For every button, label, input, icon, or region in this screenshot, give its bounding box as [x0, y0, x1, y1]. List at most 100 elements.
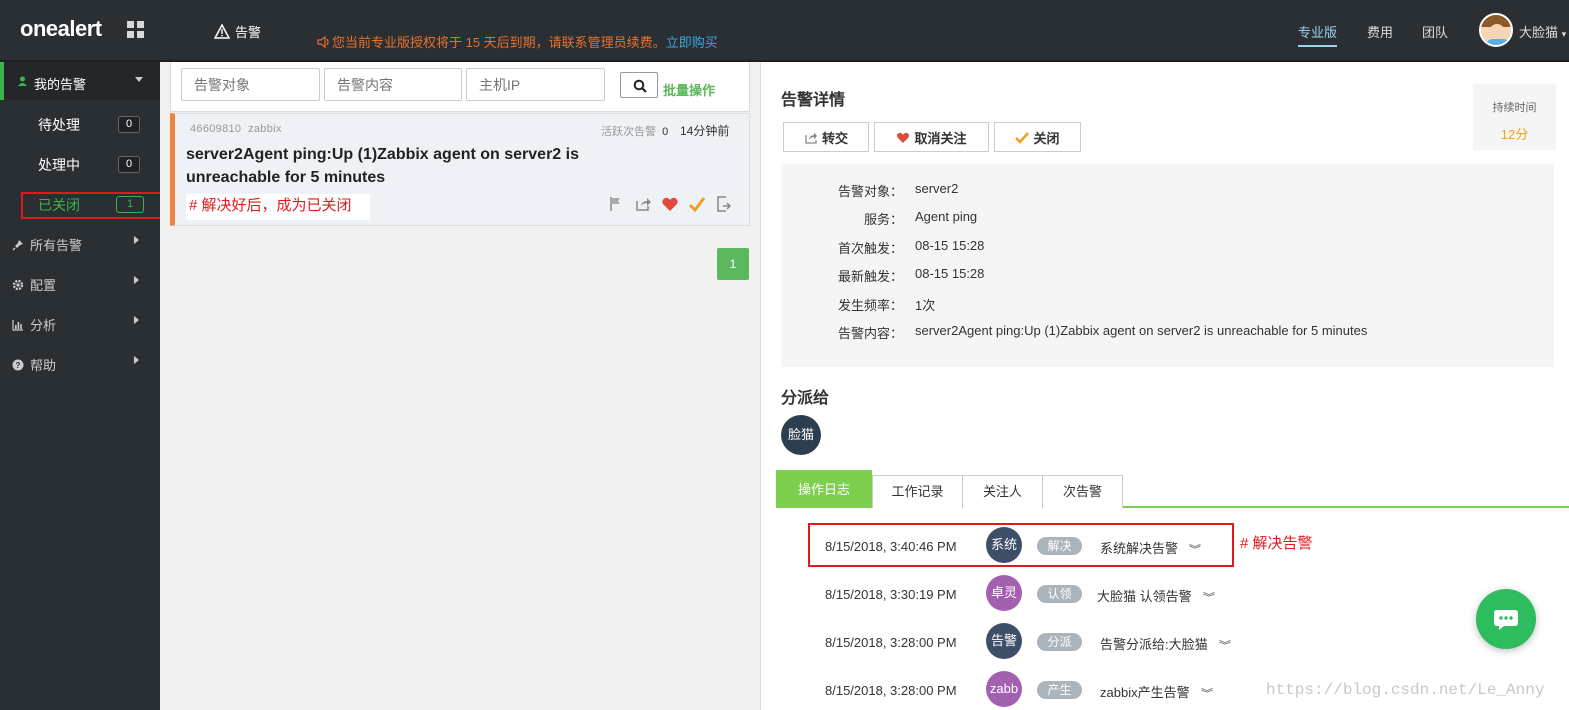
- info-value: 08-15 15:28: [915, 266, 985, 281]
- info-key: 告警内容：: [837, 326, 903, 341]
- nav-alert-label: 告警: [235, 25, 262, 40]
- expand-icon[interactable]: ︾: [1219, 637, 1231, 652]
- annotation-resolved-closed: # 解决好后，成为已关闭: [186, 194, 370, 220]
- license-text: 您当前专业版授权将于 15 天后到期，请联系管理员续费。: [332, 35, 666, 50]
- svg-text:?: ?: [16, 361, 21, 370]
- sidebar-item-analysis[interactable]: 分析: [12, 315, 56, 334]
- alert-card[interactable]: 46609810 zabbix 活跃次告警 0 14分钟前 server2Age…: [170, 113, 750, 226]
- batch-operation-button[interactable]: 批量操作: [663, 80, 715, 99]
- duration-value: 12分: [1500, 127, 1529, 142]
- heart-icon[interactable]: [661, 195, 679, 213]
- pro-edition-link[interactable]: 专业版: [1298, 22, 1338, 47]
- info-key: 告警对象：: [837, 184, 903, 199]
- info-value: Agent ping: [915, 209, 978, 224]
- log-avatar: 卓灵: [986, 575, 1022, 611]
- search-icon: [633, 79, 647, 93]
- host-ip-input[interactable]: [466, 68, 605, 101]
- transfer-icon[interactable]: [715, 195, 733, 213]
- assign-title: 分派给: [781, 390, 830, 407]
- duration-box: 持续时间 12分: [1473, 84, 1556, 150]
- log-message-wrap: zabbix产生告警 ︾: [1100, 682, 1213, 701]
- alert-title[interactable]: server2Agent ping:Up (1)Zabbix agent on …: [186, 143, 606, 189]
- tab-work-record[interactable]: 工作记录: [872, 475, 963, 508]
- unfollow-label: 取消关注: [914, 130, 967, 146]
- log-message: 大脸猫 认领告警: [1097, 589, 1192, 604]
- annotation-box-resolved: [808, 523, 1234, 567]
- duration-label: 持续时间: [1492, 102, 1537, 114]
- chat-button[interactable]: [1476, 589, 1536, 649]
- alert-id: 46609810: [190, 123, 242, 135]
- log-time: 8/15/2018, 3:30:19 PM: [825, 587, 957, 602]
- alert-target-input[interactable]: [181, 68, 320, 101]
- info-value: 08-15 15:28: [915, 238, 985, 253]
- onealert-logo[interactable]: onealert: [20, 16, 102, 42]
- alert-time-ago: 14分钟前: [680, 124, 730, 138]
- sidebar-item-label: 分析: [30, 318, 57, 333]
- billing-link[interactable]: 费用: [1367, 22, 1393, 41]
- sidebar-item-label: 所有告警: [30, 238, 83, 253]
- tab-sub-alerts[interactable]: 次告警: [1042, 475, 1123, 508]
- team-link[interactable]: 团队: [1422, 22, 1448, 41]
- info-key: 最新触发：: [837, 269, 903, 284]
- alert-meta: 46609810 zabbix: [190, 123, 282, 135]
- log-message-wrap: 大脸猫 认领告警 ︾: [1097, 586, 1215, 605]
- sidebar-item-all-alerts[interactable]: 所有告警: [12, 235, 82, 254]
- top-bar: onealert 告警 您当前专业版授权将于 15 天后到期，请联系管理员续费。…: [0, 0, 1569, 62]
- apps-grid-icon[interactable]: [127, 21, 145, 39]
- sidebar-item-processing[interactable]: 处理中: [38, 155, 80, 175]
- log-avatar: 告警: [986, 623, 1022, 659]
- buy-now-link[interactable]: 立即购买: [666, 32, 718, 51]
- log-tag: 产生: [1037, 681, 1082, 699]
- alert-action-icons: [607, 195, 733, 213]
- expand-icon[interactable]: ︾: [1203, 589, 1215, 604]
- license-notice: 您当前专业版授权将于 15 天后到期，请联系管理员续费。 立即购买: [316, 32, 718, 51]
- watermark: https://blog.csdn.net/Le_Anny: [1266, 681, 1545, 699]
- transfer-button[interactable]: 转交: [783, 122, 869, 152]
- user-avatar[interactable]: [1479, 13, 1513, 47]
- check-icon[interactable]: [688, 195, 706, 213]
- share-icon[interactable]: [634, 195, 652, 213]
- close-alert-button[interactable]: 关闭: [994, 122, 1081, 152]
- transfer-label: 转交: [821, 130, 848, 146]
- alert-list-panel: 批量操作 46609810 zabbix 活跃次告警 0 14分钟前 serve…: [160, 62, 760, 710]
- detail-title: 告警详情: [781, 92, 846, 109]
- search-button[interactable]: [620, 72, 658, 98]
- log-time: 8/15/2018, 3:28:00 PM: [825, 635, 957, 650]
- info-row-content: 告警内容： server2Agent ping:Up (1)Zabbix agen…: [781, 323, 1554, 343]
- active-count: 0: [662, 126, 669, 138]
- user-name: 大脸猫: [1519, 25, 1559, 40]
- chevron-right-icon: [134, 316, 139, 324]
- log-avatar: zabb: [986, 671, 1022, 707]
- sidebar-my-alerts-label: 我的告警: [34, 77, 87, 92]
- expand-icon[interactable]: ︾: [1201, 685, 1213, 700]
- tab-followers[interactable]: 关注人: [962, 475, 1043, 508]
- active-sub-alerts: 活跃次告警 0: [601, 123, 668, 139]
- warning-icon: [214, 24, 230, 39]
- alert-content-input[interactable]: [324, 68, 462, 101]
- log-tag: 认领: [1037, 585, 1082, 603]
- sidebar-item-help[interactable]: ? 帮助: [12, 355, 56, 374]
- processing-count-badge: 0: [118, 156, 140, 173]
- assignee-avatar[interactable]: 脸猫: [781, 415, 821, 455]
- page-button-current[interactable]: 1: [717, 248, 749, 280]
- sidebar-item-config[interactable]: 配置: [12, 275, 56, 294]
- info-key: 服务：: [863, 212, 903, 227]
- bar-chart-icon: [12, 319, 23, 331]
- chevron-right-icon: [134, 356, 139, 364]
- pending-count-badge: 0: [118, 116, 140, 133]
- info-value: server2: [915, 181, 959, 196]
- forward-icon: [805, 132, 817, 144]
- sidebar-item-pending[interactable]: 待处理: [38, 115, 80, 135]
- info-row-frequency: 发生频率： 1次: [781, 295, 1554, 315]
- nav-alert-tab[interactable]: 告警: [214, 22, 261, 41]
- flag-icon[interactable]: [607, 195, 625, 213]
- user-menu[interactable]: 大脸猫 ▾: [1519, 22, 1566, 41]
- alert-source: zabbix: [248, 123, 282, 135]
- search-bar: 批量操作: [170, 62, 750, 112]
- sidebar-my-alerts[interactable]: 我的告警: [0, 62, 160, 100]
- unfollow-button[interactable]: 取消关注: [874, 122, 989, 152]
- help-icon: ?: [12, 359, 24, 370]
- log-tag: 分派: [1037, 633, 1082, 651]
- alert-detail-panel: 告警详情 转交 取消关注 关闭 持续时间 12分 告警对象： server2 服务…: [760, 62, 1569, 710]
- tab-operation-log[interactable]: 操作日志: [776, 470, 872, 508]
